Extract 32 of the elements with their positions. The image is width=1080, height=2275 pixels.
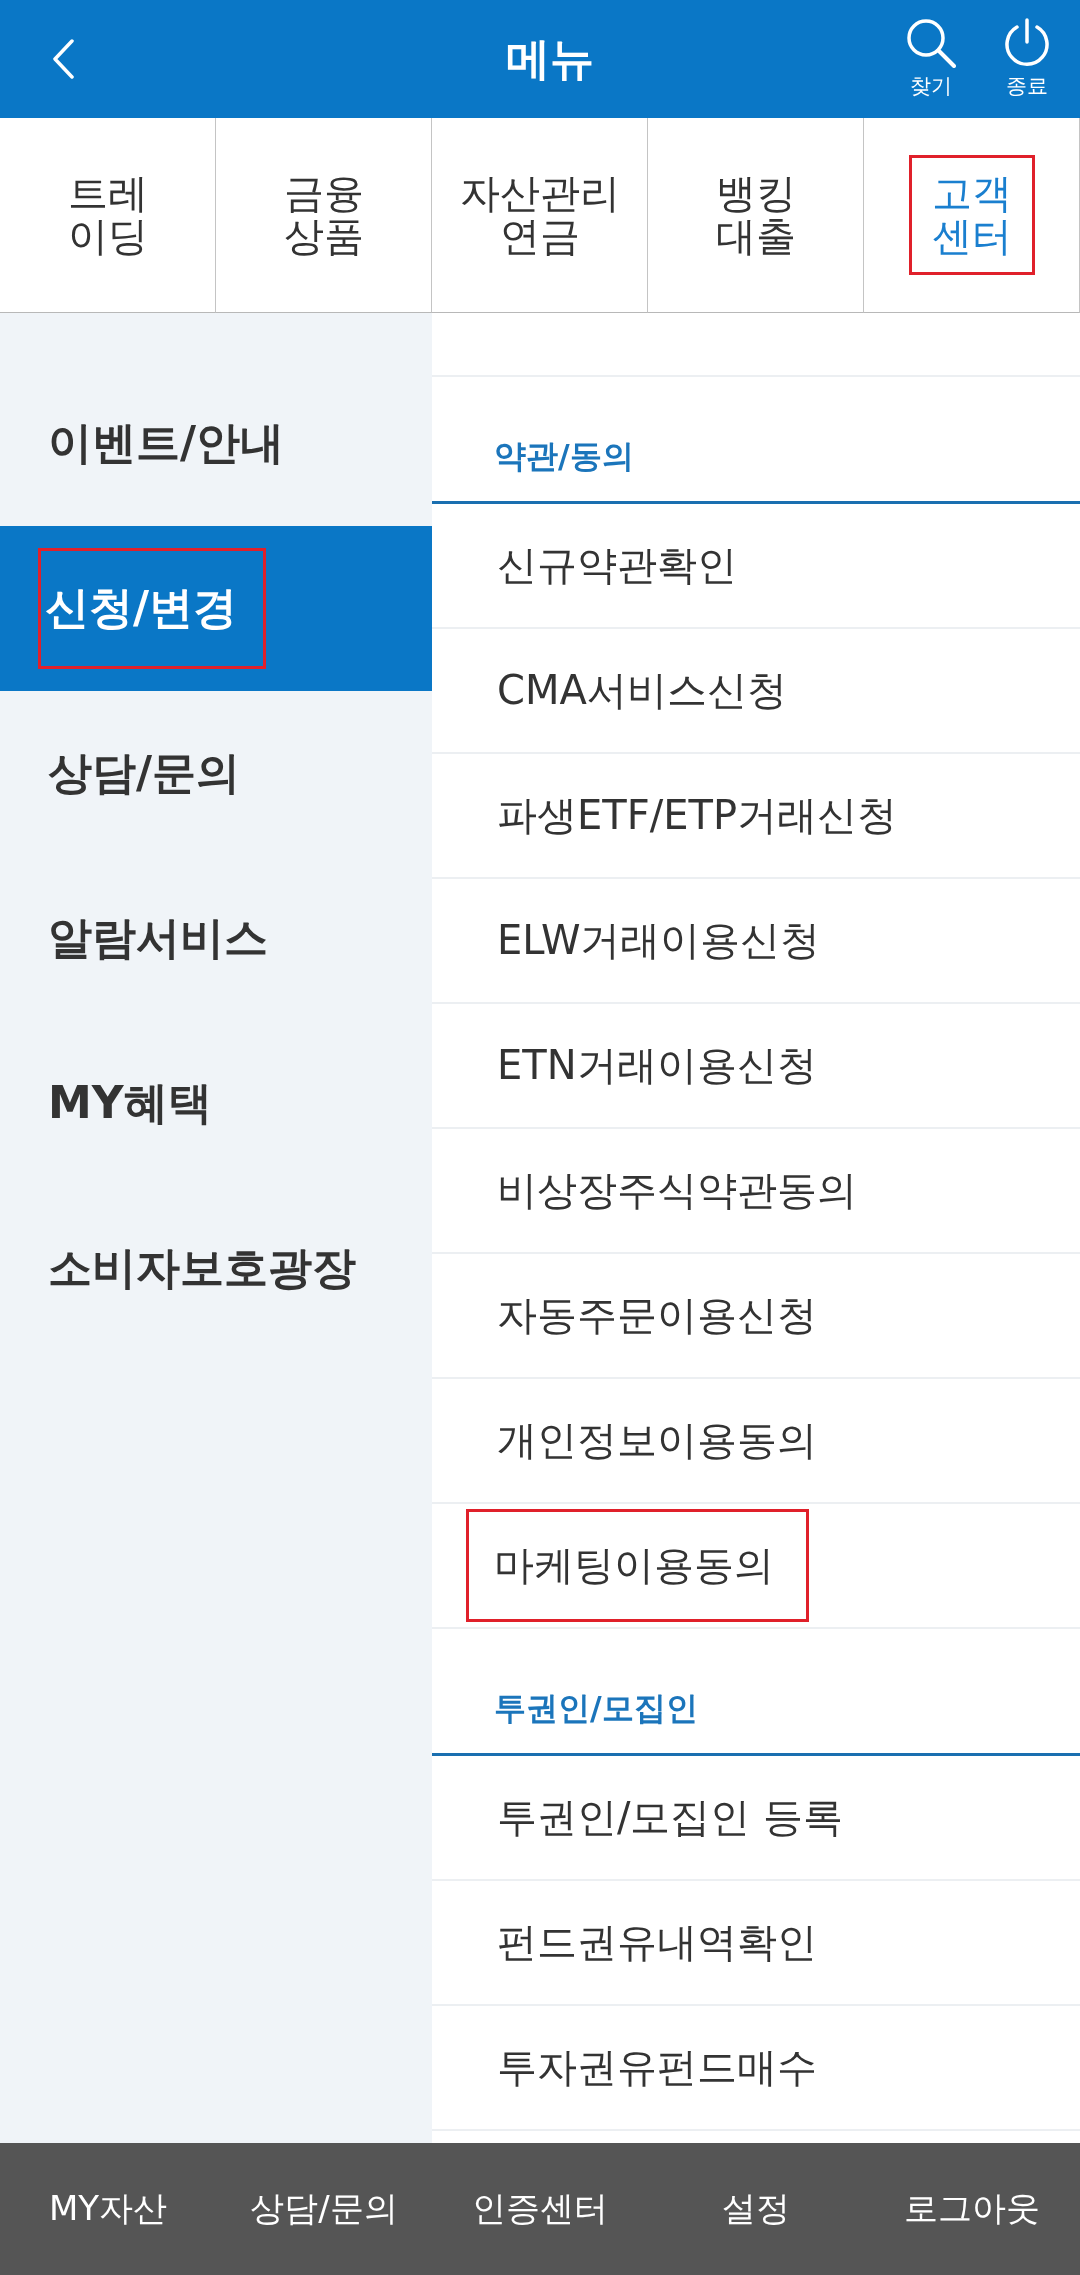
sidebar-item[interactable]: 소비자보호광장: [0, 1186, 432, 1351]
menu-item[interactable]: ETN거래이용신청: [432, 1004, 1080, 1129]
menu-item[interactable]: CMA서비스신청: [432, 629, 1080, 754]
section-heading: 투권인/모집인: [494, 1688, 698, 1729]
menu-item[interactable]: 파생ETF/ETP거래신청: [432, 754, 1080, 879]
sidebar-item[interactable]: 알람서비스: [0, 856, 432, 1021]
menu-item[interactable]: 비상장주식약관동의: [432, 1129, 1080, 1254]
sidebar-item[interactable]: 신청/변경: [0, 526, 432, 691]
power-icon: [1002, 18, 1052, 68]
power-button[interactable]: 종료: [1002, 18, 1052, 100]
bottom-nav-link[interactable]: 인증센터: [472, 2186, 608, 2232]
menu-item[interactable]: 투자권유펀드매수: [432, 2006, 1080, 2131]
sidebar-item[interactable]: MY혜택: [0, 1021, 432, 1186]
sidebar-item[interactable]: 상담/문의: [0, 691, 432, 856]
menu-item[interactable]: 개인정보이용동의: [432, 1379, 1080, 1504]
page-title: 메뉴: [506, 31, 594, 86]
category-tab[interactable]: 고객 센터: [864, 118, 1080, 313]
menu-item[interactable]: 펀드권유내역확인: [432, 1881, 1080, 2006]
bottom-nav-link[interactable]: 설정: [722, 2186, 790, 2232]
section-heading: 약관/동의: [494, 436, 634, 477]
bottom-nav-link[interactable]: 상담/문의: [250, 2186, 398, 2232]
back-icon: [52, 39, 74, 79]
menu-item[interactable]: 마케팅이용동의: [432, 1504, 1080, 1629]
search-icon: [906, 18, 956, 68]
bottom-nav-link[interactable]: 로그아웃: [904, 2186, 1040, 2232]
sidebar-item[interactable]: 이벤트/안내: [0, 361, 432, 526]
menu-item[interactable]: 신규약관확인: [432, 504, 1080, 629]
search-button[interactable]: 찾기: [906, 18, 956, 100]
menu-item[interactable]: ELW거래이용신청: [432, 879, 1080, 1004]
menu-item[interactable]: 투권인/모집인 등록: [432, 1756, 1080, 1881]
menu-item[interactable]: 자동주문이용신청: [432, 1254, 1080, 1379]
bottom-nav-link[interactable]: MY자산: [48, 2186, 168, 2232]
